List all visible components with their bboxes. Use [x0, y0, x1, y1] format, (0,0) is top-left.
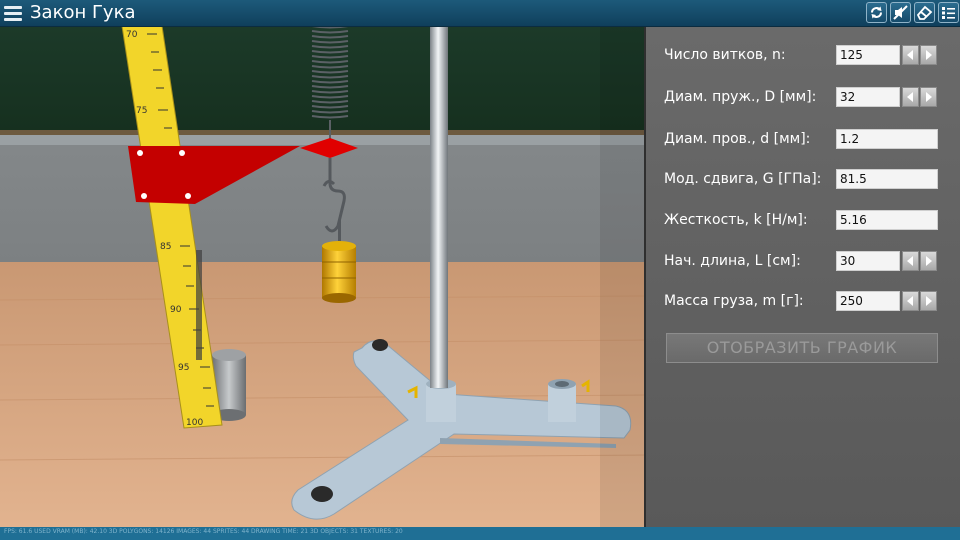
ruler-tick-label: 90	[170, 305, 182, 315]
param-row-stiffness: Жесткость, k [Н/м]: 5.16	[664, 209, 954, 231]
decrease-arrow-icon[interactable]	[902, 251, 919, 271]
ruler-tick-label: 100	[186, 418, 203, 428]
param-label: Диам. пруж., D [мм]:	[664, 89, 817, 105]
param-label: Мод. сдвига, G [ГПа]:	[664, 171, 822, 187]
initial-length-input[interactable]: 30	[836, 251, 900, 271]
param-row-turns: Число витков, n: 125	[664, 44, 954, 66]
hamburger-menu-icon[interactable]	[4, 3, 22, 23]
param-row-mass: Масса груза, m [г]: 250	[664, 290, 954, 312]
param-row-shear-modulus: Мод. сдвига, G [ГПа]: 81.5	[664, 168, 954, 190]
ruler-tick-label: 95	[178, 363, 189, 373]
parameters-panel: Число витков, n: 125 Диам. пруж., D [мм]…	[644, 27, 960, 527]
ruler-tick-label: 85	[160, 242, 171, 252]
list-icon[interactable]	[938, 2, 959, 23]
param-row-wire-diameter: Диам. пров., d [мм]: 1.2	[664, 128, 954, 150]
param-label: Масса груза, m [г]:	[664, 293, 804, 309]
ruler-tick-label: 75	[136, 106, 147, 116]
decrease-arrow-icon[interactable]	[902, 45, 919, 65]
eraser-icon[interactable]	[914, 2, 935, 23]
turns-input[interactable]: 125	[836, 45, 900, 65]
stiffness-field: 5.16	[836, 210, 938, 230]
decrease-arrow-icon[interactable]	[902, 87, 919, 107]
wire-diameter-field: 1.2	[836, 129, 938, 149]
stand-rod	[430, 26, 448, 388]
status-text: FPS: 61.6 USED VRAM (MB): 42.10 3D POLYG…	[4, 528, 403, 535]
ruler-tick-label: 70	[126, 30, 138, 40]
decrease-arrow-icon[interactable]	[902, 291, 919, 311]
top-bar: Закон Гука	[0, 0, 960, 27]
increase-arrow-icon[interactable]	[920, 87, 937, 107]
app-title: Закон Гука	[30, 2, 136, 23]
mass-input[interactable]: 250	[836, 291, 900, 311]
mute-icon[interactable]	[890, 2, 911, 23]
reset-icon[interactable]	[866, 2, 887, 23]
increase-arrow-icon[interactable]	[920, 291, 937, 311]
param-label: Диам. пров., d [мм]:	[664, 131, 811, 147]
increase-arrow-icon[interactable]	[920, 251, 937, 271]
param-row-initial-length: Нач. длина, L [см]: 30	[664, 250, 954, 272]
shear-modulus-field: 81.5	[836, 169, 938, 189]
status-bar: FPS: 61.6 USED VRAM (MB): 42.10 3D POLYG…	[0, 527, 960, 540]
increase-arrow-icon[interactable]	[920, 45, 937, 65]
param-row-spring-diameter: Диам. пруж., D [мм]: 32	[664, 86, 954, 108]
show-graph-button[interactable]: ОТОБРАЗИТЬ ГРАФИК	[666, 333, 938, 363]
param-label: Нач. длина, L [см]:	[664, 253, 801, 269]
spring-diameter-input[interactable]: 32	[836, 87, 900, 107]
param-label: Жесткость, k [Н/м]:	[664, 212, 808, 228]
param-label: Число витков, n:	[664, 47, 786, 63]
